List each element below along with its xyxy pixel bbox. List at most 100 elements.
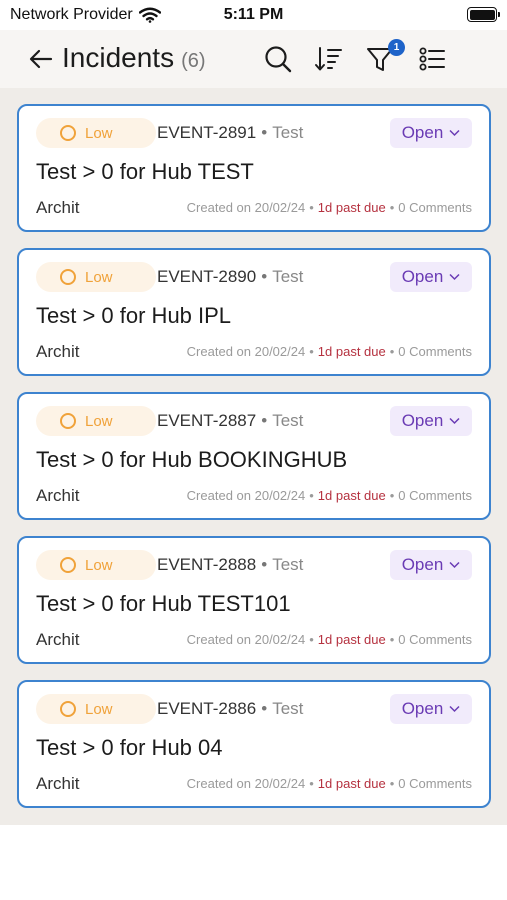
back-arrow-icon[interactable] xyxy=(28,46,54,72)
incident-count: (6) xyxy=(181,50,206,72)
separator-dot: • xyxy=(309,488,314,503)
event-line: EVENT-2887 • Test xyxy=(157,411,303,431)
incident-owner: Archit xyxy=(36,774,80,793)
incident-title: Test > 0 for Hub 04 xyxy=(36,735,223,760)
incident-meta: Created on 20/02/24 • 1d past due • 0 Co… xyxy=(187,776,472,791)
severity-badge: Low xyxy=(36,694,156,724)
filter-count-badge: 1 xyxy=(388,39,405,56)
incident-card[interactable]: Low EVENT-2887 • Test Open Test > 0 for … xyxy=(17,392,491,520)
incident-owner: Archit xyxy=(36,342,80,361)
severity-circle-icon xyxy=(60,701,76,717)
separator-dot: • xyxy=(389,632,395,647)
status-time: 5:11 PM xyxy=(223,6,284,23)
chevron-down-icon xyxy=(449,129,460,137)
status-label: Open xyxy=(401,555,444,574)
comment-count: 0 Comments xyxy=(398,776,472,791)
created-date: Created on 20/02/24 xyxy=(186,344,306,359)
comment-count: 0 Comments xyxy=(398,632,472,647)
chevron-down-icon xyxy=(449,705,460,713)
created-date: Created on 20/02/24 xyxy=(186,488,306,503)
incident-card[interactable]: Low EVENT-2888 • Test Open Test > 0 for … xyxy=(17,536,491,664)
severity-badge: Low xyxy=(36,118,156,148)
severity-label: Low xyxy=(85,556,113,574)
status-label: Open xyxy=(401,699,444,718)
separator-dot: • xyxy=(261,699,268,718)
severity-label: Low xyxy=(85,124,113,142)
status-dropdown[interactable]: Open xyxy=(390,406,472,436)
search-icon[interactable] xyxy=(263,44,293,74)
incident-card[interactable]: Low EVENT-2891 • Test Open Test > 0 for … xyxy=(17,104,491,232)
page-title: Incidents (6) xyxy=(62,42,206,74)
severity-circle-icon xyxy=(60,125,76,141)
separator-dot: • xyxy=(261,267,268,286)
status-bar: Network Provider 5:11 PM xyxy=(0,0,507,30)
incident-owner: Archit xyxy=(36,486,80,505)
separator-dot: • xyxy=(261,555,268,574)
event-line: EVENT-2891 • Test xyxy=(157,123,303,143)
past-due-label: 1d past due xyxy=(317,632,386,647)
separator-dot: • xyxy=(309,632,314,647)
status-dropdown[interactable]: Open xyxy=(390,550,472,580)
event-id: EVENT-2890 xyxy=(157,267,257,286)
list-options-icon[interactable] xyxy=(417,44,447,74)
status-label: Open xyxy=(401,123,444,142)
incident-card[interactable]: Low EVENT-2886 • Test Open Test > 0 for … xyxy=(17,680,491,808)
comment-count: 0 Comments xyxy=(398,488,472,503)
separator-dot: • xyxy=(309,344,314,359)
app-header: Incidents (6) 1 xyxy=(0,30,507,88)
status-dropdown[interactable]: Open xyxy=(390,694,472,724)
incident-title: Test > 0 for Hub TEST101 xyxy=(36,591,291,616)
created-date: Created on 20/02/24 xyxy=(186,632,306,647)
separator-dot: • xyxy=(309,200,314,215)
separator-dot: • xyxy=(261,411,268,430)
incident-owner: Archit xyxy=(36,198,80,217)
chevron-down-icon xyxy=(449,417,460,425)
status-label: Open xyxy=(401,267,444,286)
incident-title: Test > 0 for Hub TEST xyxy=(36,159,254,184)
comment-count: 0 Comments xyxy=(398,200,472,215)
incident-title: Test > 0 for Hub BOOKINGHUB xyxy=(36,447,348,472)
battery-icon xyxy=(467,7,500,22)
status-dropdown[interactable]: Open xyxy=(390,262,472,292)
event-type: Test xyxy=(272,411,304,430)
created-date: Created on 20/02/24 xyxy=(186,200,306,215)
past-due-label: 1d past due xyxy=(317,776,386,791)
separator-dot: • xyxy=(389,344,395,359)
incident-meta: Created on 20/02/24 • 1d past due • 0 Co… xyxy=(187,632,472,647)
past-due-label: 1d past due xyxy=(317,344,386,359)
separator-dot: • xyxy=(309,776,314,791)
status-dropdown[interactable]: Open xyxy=(390,118,472,148)
incident-list: Low EVENT-2891 • Test Open Test > 0 for … xyxy=(0,88,507,825)
severity-label: Low xyxy=(85,700,113,718)
past-due-label: 1d past due xyxy=(317,488,386,503)
sort-icon[interactable] xyxy=(313,44,343,74)
severity-circle-icon xyxy=(60,269,76,285)
severity-circle-icon xyxy=(60,557,76,573)
separator-dot: • xyxy=(261,123,268,142)
event-line: EVENT-2888 • Test xyxy=(157,555,303,575)
event-type: Test xyxy=(272,699,304,718)
separator-dot: • xyxy=(389,200,395,215)
incident-meta: Created on 20/02/24 • 1d past due • 0 Co… xyxy=(187,200,472,215)
incident-meta: Created on 20/02/24 • 1d past due • 0 Co… xyxy=(187,344,472,359)
incident-meta: Created on 20/02/24 • 1d past due • 0 Co… xyxy=(187,488,472,503)
comment-count: 0 Comments xyxy=(398,344,472,359)
event-type: Test xyxy=(272,555,304,574)
severity-label: Low xyxy=(85,412,113,430)
created-date: Created on 20/02/24 xyxy=(186,776,306,791)
event-type: Test xyxy=(272,267,304,286)
event-id: EVENT-2891 xyxy=(157,123,257,142)
event-id: EVENT-2888 xyxy=(157,555,257,574)
past-due-label: 1d past due xyxy=(317,200,386,215)
incident-card[interactable]: Low EVENT-2890 • Test Open Test > 0 for … xyxy=(17,248,491,376)
incident-title: Test > 0 for Hub IPL xyxy=(36,303,232,328)
severity-badge: Low xyxy=(36,550,156,580)
event-id: EVENT-2887 xyxy=(157,411,257,430)
chevron-down-icon xyxy=(449,561,460,569)
severity-badge: Low xyxy=(36,406,156,436)
severity-badge: Low xyxy=(36,262,156,292)
incident-owner: Archit xyxy=(36,630,80,649)
event-type: Test xyxy=(272,123,304,142)
separator-dot: • xyxy=(389,776,395,791)
severity-circle-icon xyxy=(60,413,76,429)
